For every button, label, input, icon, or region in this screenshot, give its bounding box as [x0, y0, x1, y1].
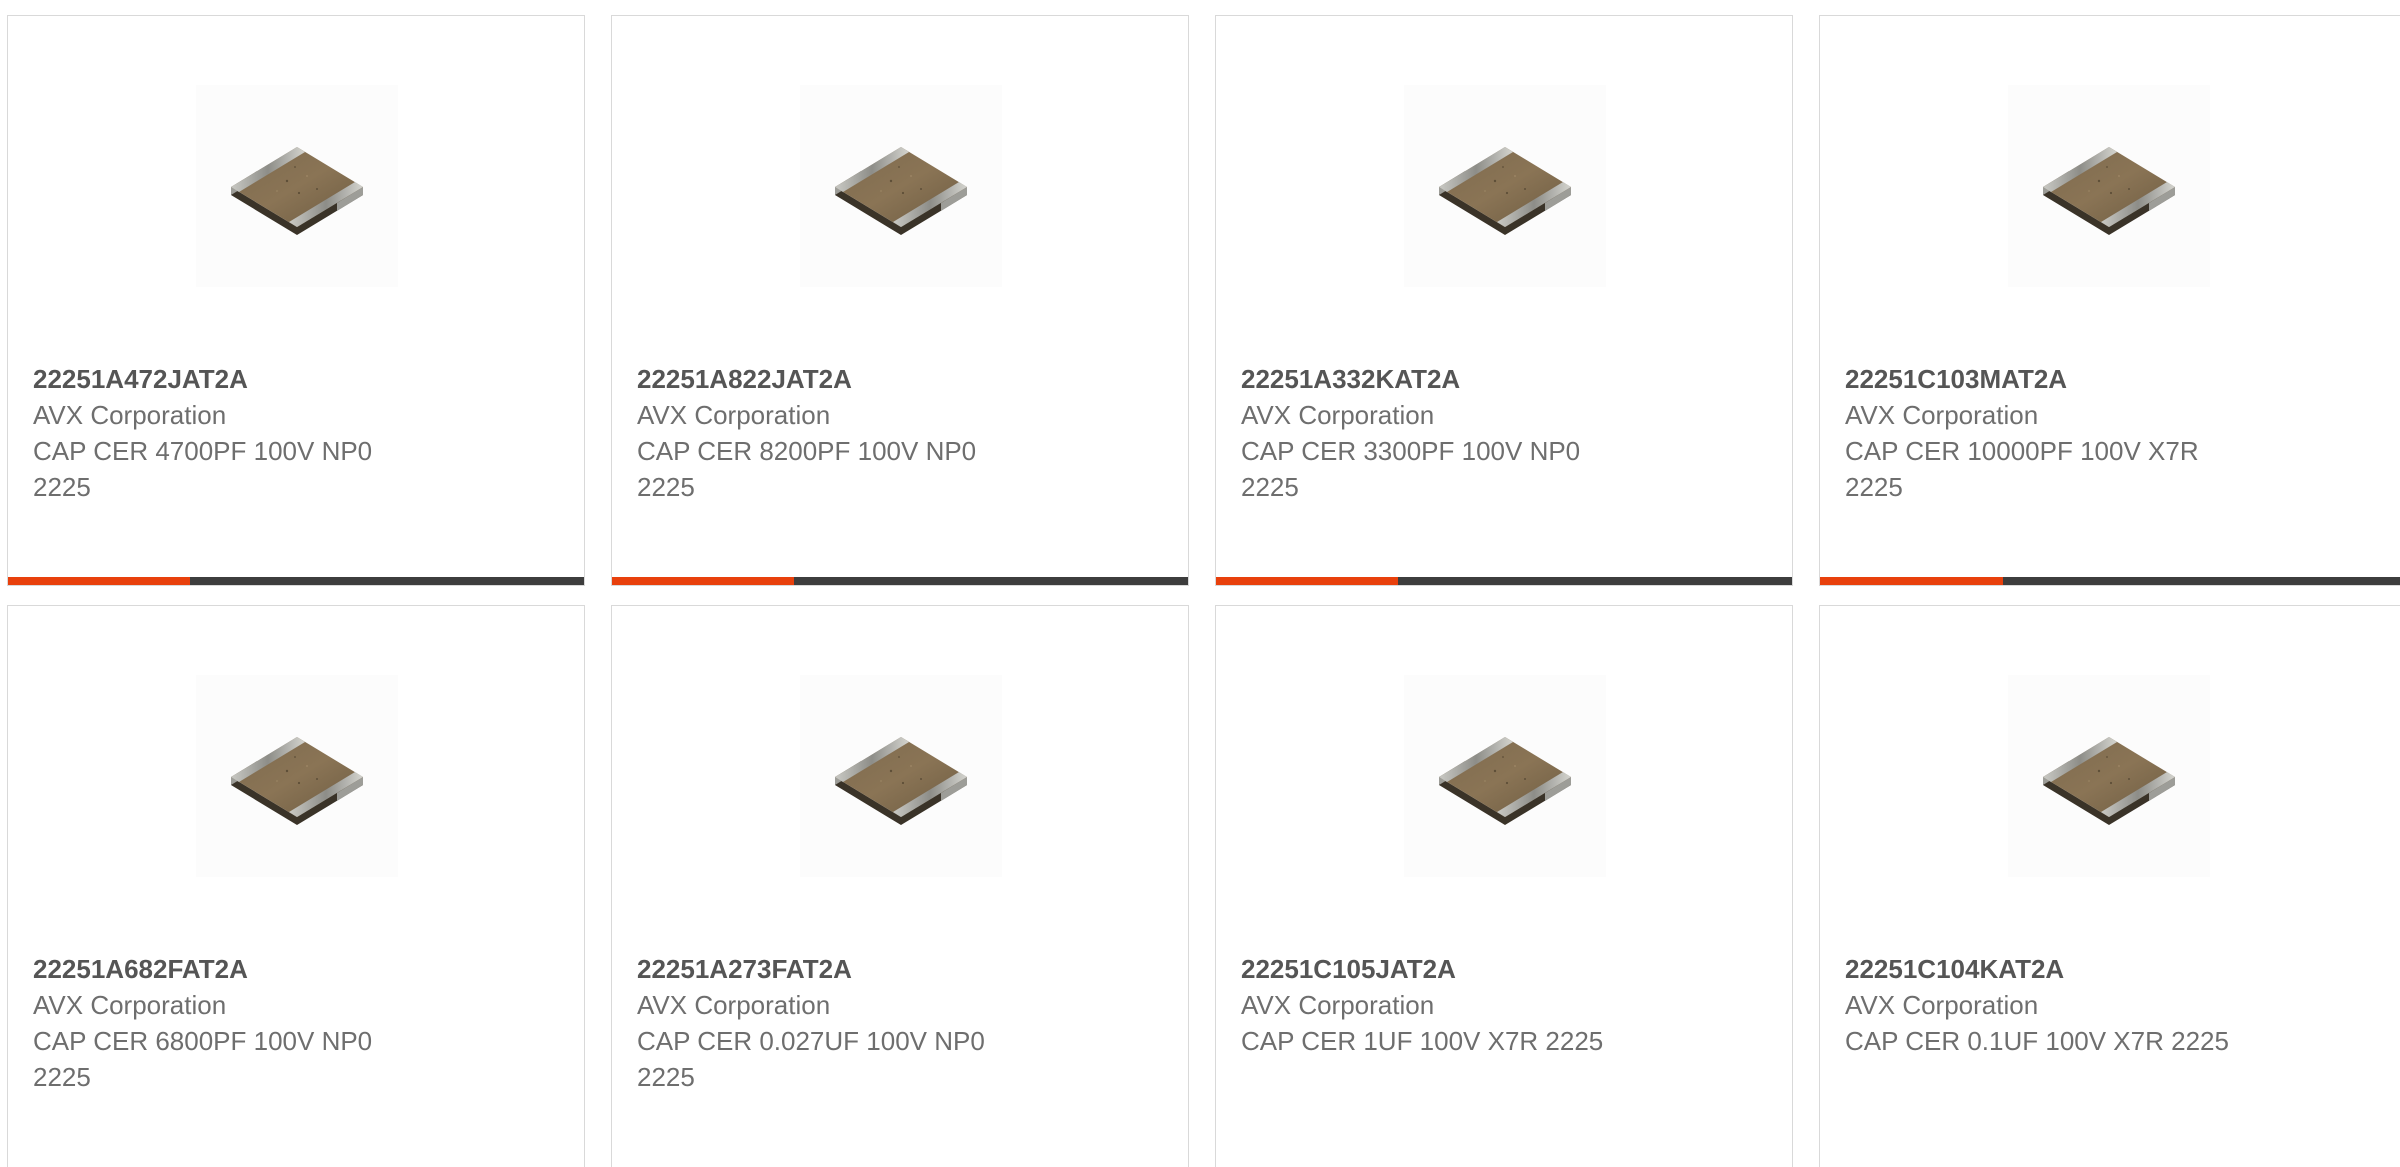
product-image[interactable]: [1404, 85, 1606, 287]
product-image[interactable]: [2008, 675, 2210, 877]
product-manufacturer: AVX Corporation: [637, 990, 831, 1020]
product-part-number[interactable]: 22251C105JAT2A: [1241, 951, 1772, 987]
product-card[interactable]: 22251A273FAT2A AVX Corporation CAP CER 0…: [611, 605, 1189, 1167]
product-card[interactable]: 22251A682FAT2A AVX Corporation CAP CER 6…: [7, 605, 585, 1167]
product-card[interactable]: 22251C105JAT2A AVX Corporation CAP CER 1…: [1215, 605, 1793, 1167]
product-image[interactable]: [1404, 675, 1606, 877]
ceramic-capacitor-chip-icon: [1439, 737, 1571, 825]
product-description: CAP CER 0.1UF 100V X7R 2225: [1845, 1026, 2229, 1056]
product-card[interactable]: 22251A822JAT2A AVX Corporation CAP CER 8…: [611, 15, 1189, 586]
product-part-number[interactable]: 22251A273FAT2A: [637, 951, 1168, 987]
ceramic-capacitor-chip-icon: [231, 737, 363, 825]
product-card[interactable]: 22251A332KAT2A AVX Corporation CAP CER 3…: [1215, 15, 1793, 586]
product-manufacturer: AVX Corporation: [33, 990, 227, 1020]
product-image[interactable]: [2008, 85, 2210, 287]
product-part-number[interactable]: 22251A332KAT2A: [1241, 361, 1772, 397]
product-progress-fill: [8, 577, 191, 585]
product-description: CAP CER 6800PF 100V NP0 2225: [33, 1026, 373, 1092]
product-image[interactable]: [800, 85, 1002, 287]
product-progress-fill: [1216, 577, 1399, 585]
product-image[interactable]: [196, 85, 398, 287]
ceramic-capacitor-chip-icon: [2043, 737, 2175, 825]
product-description: CAP CER 10000PF 100V X7R 2225: [1845, 436, 2199, 502]
product-description: CAP CER 0.027UF 100V NP0 2225: [637, 1026, 985, 1092]
product-manufacturer: AVX Corporation: [1241, 400, 1435, 430]
product-card[interactable]: 22251C104KAT2A AVX Corporation CAP CER 0…: [1819, 605, 2400, 1167]
product-part-number[interactable]: 22251C103MAT2A: [1845, 361, 2380, 397]
product-manufacturer: AVX Corporation: [1845, 990, 2039, 1020]
ceramic-capacitor-chip-icon: [835, 147, 967, 235]
product-image[interactable]: [196, 675, 398, 877]
product-progress-bar: [8, 577, 584, 585]
product-card[interactable]: 22251A472JAT2A AVX Corporation CAP CER 4…: [7, 15, 585, 586]
ceramic-capacitor-chip-icon: [835, 737, 967, 825]
product-progress-bar: [1820, 577, 2400, 585]
product-part-number[interactable]: 22251A682FAT2A: [33, 951, 564, 987]
product-manufacturer: AVX Corporation: [637, 400, 831, 430]
product-progress-bar: [1216, 577, 1792, 585]
product-description: CAP CER 4700PF 100V NP0 2225: [33, 436, 373, 502]
product-card[interactable]: 22251C103MAT2A AVX Corporation CAP CER 1…: [1819, 15, 2400, 586]
product-manufacturer: AVX Corporation: [1241, 990, 1435, 1020]
ceramic-capacitor-chip-icon: [1439, 147, 1571, 235]
product-manufacturer: AVX Corporation: [33, 400, 227, 430]
product-description: CAP CER 3300PF 100V NP0 2225: [1241, 436, 1581, 502]
product-progress-fill: [612, 577, 795, 585]
ceramic-capacitor-chip-icon: [231, 147, 363, 235]
product-progress-bar: [612, 577, 1188, 585]
product-part-number[interactable]: 22251A472JAT2A: [33, 361, 564, 397]
product-part-number[interactable]: 22251A822JAT2A: [637, 361, 1168, 397]
product-manufacturer: AVX Corporation: [1845, 400, 2039, 430]
ceramic-capacitor-chip-icon: [2043, 147, 2175, 235]
product-image[interactable]: [800, 675, 1002, 877]
product-description: CAP CER 1UF 100V X7R 2225: [1241, 1026, 1604, 1056]
product-part-number[interactable]: 22251C104KAT2A: [1845, 951, 2380, 987]
product-description: CAP CER 8200PF 100V NP0 2225: [637, 436, 977, 502]
product-grid: 22251A472JAT2A AVX Corporation CAP CER 4…: [0, 0, 2400, 1167]
product-progress-fill: [1820, 577, 2004, 585]
